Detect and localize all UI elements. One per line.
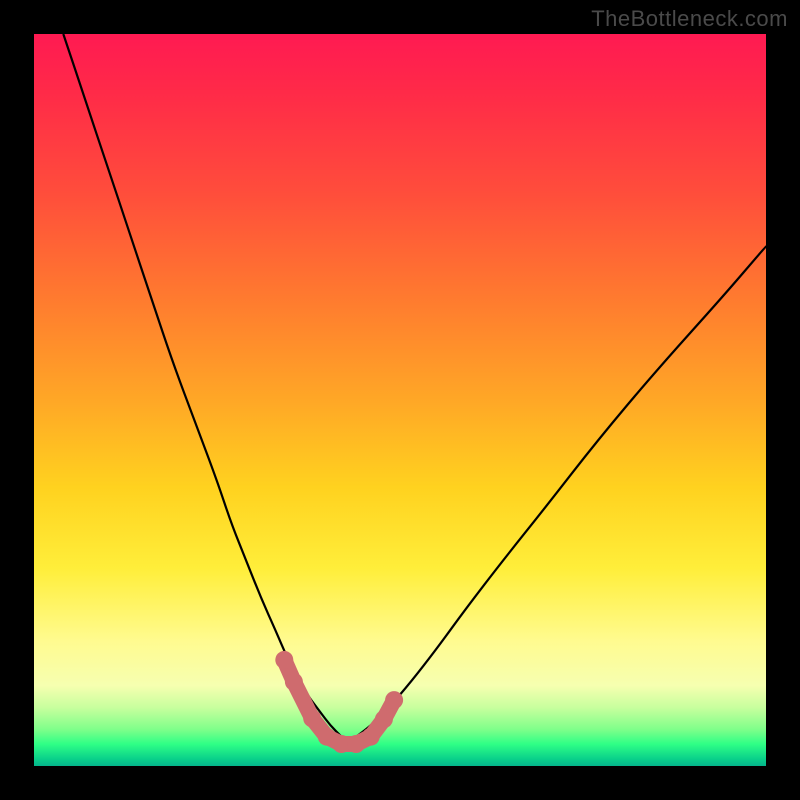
watermark-text: TheBottleneck.com xyxy=(591,6,788,32)
marker-dot xyxy=(362,728,380,746)
marker-dot xyxy=(285,673,303,691)
marker-dot xyxy=(375,710,393,728)
marker-dot xyxy=(385,691,403,709)
chart-frame: TheBottleneck.com xyxy=(0,0,800,800)
marker-dot xyxy=(275,651,293,669)
chart-svg xyxy=(34,34,766,766)
series-container xyxy=(63,34,766,753)
marker-dot xyxy=(303,709,321,727)
plot-area xyxy=(34,34,766,766)
line-series-right-branch xyxy=(356,246,766,736)
line-series-left-branch xyxy=(63,34,341,737)
